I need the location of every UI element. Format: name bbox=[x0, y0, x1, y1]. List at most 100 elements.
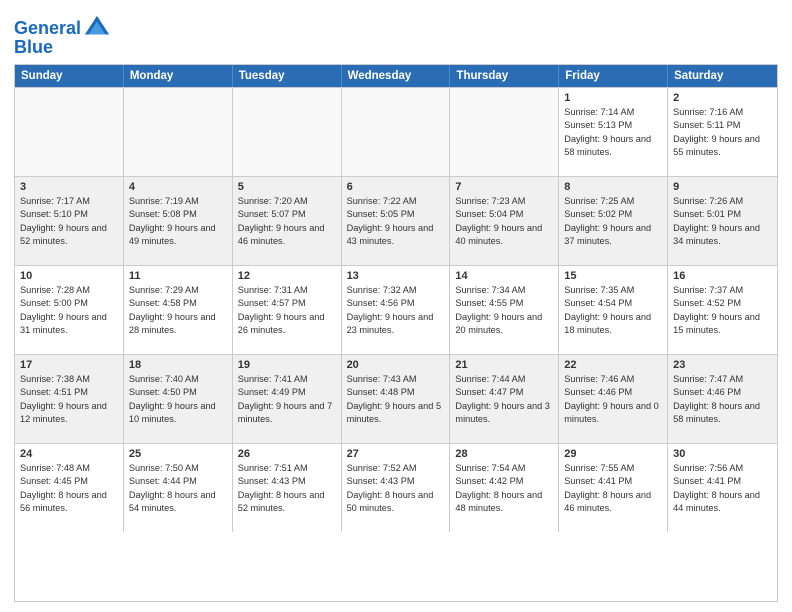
header-monday: Monday bbox=[124, 65, 233, 87]
calendar-grid: 1 Sunrise: 7:14 AM Sunset: 5:13 PM Daylig… bbox=[15, 87, 777, 532]
calendar-cell-3-5: 22 Sunrise: 7:46 AM Sunset: 4:46 PM Dayli… bbox=[559, 355, 668, 443]
calendar-cell-4-4: 28 Sunrise: 7:54 AM Sunset: 4:42 PM Dayli… bbox=[450, 444, 559, 532]
calendar-cell-4-0: 24 Sunrise: 7:48 AM Sunset: 4:45 PM Dayli… bbox=[15, 444, 124, 532]
day-number: 29 bbox=[564, 448, 662, 460]
day-number: 14 bbox=[455, 270, 553, 282]
day-number: 5 bbox=[238, 181, 336, 193]
cell-info: Sunrise: 7:19 AM Sunset: 5:08 PM Dayligh… bbox=[129, 195, 227, 248]
header-wednesday: Wednesday bbox=[342, 65, 451, 87]
calendar-cell-4-5: 29 Sunrise: 7:55 AM Sunset: 4:41 PM Dayli… bbox=[559, 444, 668, 532]
cell-info: Sunrise: 7:23 AM Sunset: 5:04 PM Dayligh… bbox=[455, 195, 553, 248]
header-thursday: Thursday bbox=[450, 65, 559, 87]
cell-info: Sunrise: 7:20 AM Sunset: 5:07 PM Dayligh… bbox=[238, 195, 336, 248]
day-number: 3 bbox=[20, 181, 118, 193]
day-number: 9 bbox=[673, 181, 772, 193]
cell-info: Sunrise: 7:51 AM Sunset: 4:43 PM Dayligh… bbox=[238, 462, 336, 515]
calendar-cell-0-2 bbox=[233, 88, 342, 176]
calendar-cell-3-4: 21 Sunrise: 7:44 AM Sunset: 4:47 PM Dayli… bbox=[450, 355, 559, 443]
calendar-cell-1-6: 9 Sunrise: 7:26 AM Sunset: 5:01 PM Daylig… bbox=[668, 177, 777, 265]
day-number: 30 bbox=[673, 448, 772, 460]
calendar-cell-0-6: 2Sunrise: 7:16 AM Sunset: 5:11 PM Daylig… bbox=[668, 88, 777, 176]
cell-info: Sunrise: 7:41 AM Sunset: 4:49 PM Dayligh… bbox=[238, 373, 336, 426]
calendar-cell-2-1: 11 Sunrise: 7:29 AM Sunset: 4:58 PM Dayli… bbox=[124, 266, 233, 354]
calendar-row-1: 3Sunrise: 7:17 AM Sunset: 5:10 PM Daylig… bbox=[15, 176, 777, 265]
cell-info: Sunrise: 7:14 AM Sunset: 5:13 PM Dayligh… bbox=[564, 106, 662, 159]
cell-info: Sunrise: 7:28 AM Sunset: 5:00 PM Dayligh… bbox=[20, 284, 118, 337]
calendar-cell-4-3: 27 Sunrise: 7:52 AM Sunset: 4:43 PM Dayli… bbox=[342, 444, 451, 532]
calendar-cell-3-3: 20 Sunrise: 7:43 AM Sunset: 4:48 PM Dayli… bbox=[342, 355, 451, 443]
day-number: 24 bbox=[20, 448, 118, 460]
calendar-cell-2-5: 15 Sunrise: 7:35 AM Sunset: 4:54 PM Dayli… bbox=[559, 266, 668, 354]
calendar-cell-3-2: 19 Sunrise: 7:41 AM Sunset: 4:49 PM Dayli… bbox=[233, 355, 342, 443]
day-number: 20 bbox=[347, 359, 445, 371]
logo-text-general: General bbox=[14, 19, 81, 37]
cell-info: Sunrise: 7:26 AM Sunset: 5:01 PM Dayligh… bbox=[673, 195, 772, 248]
cell-info: Sunrise: 7:54 AM Sunset: 4:42 PM Dayligh… bbox=[455, 462, 553, 515]
header-friday: Friday bbox=[559, 65, 668, 87]
calendar-cell-2-6: 16Sunrise: 7:37 AM Sunset: 4:52 PM Dayli… bbox=[668, 266, 777, 354]
calendar-cell-3-1: 18 Sunrise: 7:40 AM Sunset: 4:50 PM Dayli… bbox=[124, 355, 233, 443]
cell-info: Sunrise: 7:40 AM Sunset: 4:50 PM Dayligh… bbox=[129, 373, 227, 426]
day-number: 27 bbox=[347, 448, 445, 460]
day-number: 19 bbox=[238, 359, 336, 371]
header-tuesday: Tuesday bbox=[233, 65, 342, 87]
header-saturday: Saturday bbox=[668, 65, 777, 87]
calendar-cell-1-3: 6Sunrise: 7:22 AM Sunset: 5:05 PM Daylig… bbox=[342, 177, 451, 265]
calendar-cell-2-3: 13 Sunrise: 7:32 AM Sunset: 4:56 PM Dayli… bbox=[342, 266, 451, 354]
cell-info: Sunrise: 7:56 AM Sunset: 4:41 PM Dayligh… bbox=[673, 462, 772, 515]
cell-info: Sunrise: 7:37 AM Sunset: 4:52 PM Dayligh… bbox=[673, 284, 772, 337]
cell-info: Sunrise: 7:32 AM Sunset: 4:56 PM Dayligh… bbox=[347, 284, 445, 337]
calendar-cell-1-1: 4 Sunrise: 7:19 AM Sunset: 5:08 PM Daylig… bbox=[124, 177, 233, 265]
day-number: 23 bbox=[673, 359, 772, 371]
calendar-cell-4-1: 25Sunrise: 7:50 AM Sunset: 4:44 PM Dayli… bbox=[124, 444, 233, 532]
day-number: 18 bbox=[129, 359, 227, 371]
logo: General Blue bbox=[14, 14, 111, 56]
cell-info: Sunrise: 7:22 AM Sunset: 5:05 PM Dayligh… bbox=[347, 195, 445, 248]
calendar-cell-4-2: 26 Sunrise: 7:51 AM Sunset: 4:43 PM Dayli… bbox=[233, 444, 342, 532]
header-sunday: Sunday bbox=[15, 65, 124, 87]
calendar-cell-4-6: 30 Sunrise: 7:56 AM Sunset: 4:41 PM Dayli… bbox=[668, 444, 777, 532]
day-number: 7 bbox=[455, 181, 553, 193]
calendar-cell-0-1 bbox=[124, 88, 233, 176]
calendar-row-4: 24 Sunrise: 7:48 AM Sunset: 4:45 PM Dayli… bbox=[15, 443, 777, 532]
calendar-cell-1-4: 7 Sunrise: 7:23 AM Sunset: 5:04 PM Daylig… bbox=[450, 177, 559, 265]
cell-info: Sunrise: 7:47 AM Sunset: 4:46 PM Dayligh… bbox=[673, 373, 772, 426]
calendar-cell-0-0 bbox=[15, 88, 124, 176]
cell-info: Sunrise: 7:38 AM Sunset: 4:51 PM Dayligh… bbox=[20, 373, 118, 426]
day-number: 21 bbox=[455, 359, 553, 371]
calendar-cell-1-2: 5 Sunrise: 7:20 AM Sunset: 5:07 PM Daylig… bbox=[233, 177, 342, 265]
calendar-cell-3-6: 23 Sunrise: 7:47 AM Sunset: 4:46 PM Dayli… bbox=[668, 355, 777, 443]
day-number: 28 bbox=[455, 448, 553, 460]
day-number: 17 bbox=[20, 359, 118, 371]
logo-text-blue: Blue bbox=[14, 38, 53, 56]
cell-info: Sunrise: 7:44 AM Sunset: 4:47 PM Dayligh… bbox=[455, 373, 553, 426]
day-number: 2 bbox=[673, 92, 772, 104]
day-number: 11 bbox=[129, 270, 227, 282]
calendar-cell-1-0: 3Sunrise: 7:17 AM Sunset: 5:10 PM Daylig… bbox=[15, 177, 124, 265]
day-number: 12 bbox=[238, 270, 336, 282]
calendar-row-0: 1 Sunrise: 7:14 AM Sunset: 5:13 PM Daylig… bbox=[15, 87, 777, 176]
calendar-row-3: 17 Sunrise: 7:38 AM Sunset: 4:51 PM Dayli… bbox=[15, 354, 777, 443]
day-number: 1 bbox=[564, 92, 662, 104]
day-number: 10 bbox=[20, 270, 118, 282]
cell-info: Sunrise: 7:46 AM Sunset: 4:46 PM Dayligh… bbox=[564, 373, 662, 426]
calendar-cell-2-4: 14 Sunrise: 7:34 AM Sunset: 4:55 PM Dayli… bbox=[450, 266, 559, 354]
calendar-row-2: 10 Sunrise: 7:28 AM Sunset: 5:00 PM Dayli… bbox=[15, 265, 777, 354]
cell-info: Sunrise: 7:52 AM Sunset: 4:43 PM Dayligh… bbox=[347, 462, 445, 515]
cell-info: Sunrise: 7:25 AM Sunset: 5:02 PM Dayligh… bbox=[564, 195, 662, 248]
day-number: 15 bbox=[564, 270, 662, 282]
day-number: 4 bbox=[129, 181, 227, 193]
day-number: 26 bbox=[238, 448, 336, 460]
day-number: 22 bbox=[564, 359, 662, 371]
cell-info: Sunrise: 7:34 AM Sunset: 4:55 PM Dayligh… bbox=[455, 284, 553, 337]
calendar-cell-0-5: 1 Sunrise: 7:14 AM Sunset: 5:13 PM Daylig… bbox=[559, 88, 668, 176]
calendar-header: Sunday Monday Tuesday Wednesday Thursday… bbox=[15, 65, 777, 87]
cell-info: Sunrise: 7:48 AM Sunset: 4:45 PM Dayligh… bbox=[20, 462, 118, 515]
cell-info: Sunrise: 7:35 AM Sunset: 4:54 PM Dayligh… bbox=[564, 284, 662, 337]
cell-info: Sunrise: 7:29 AM Sunset: 4:58 PM Dayligh… bbox=[129, 284, 227, 337]
cell-info: Sunrise: 7:55 AM Sunset: 4:41 PM Dayligh… bbox=[564, 462, 662, 515]
cell-info: Sunrise: 7:43 AM Sunset: 4:48 PM Dayligh… bbox=[347, 373, 445, 426]
day-number: 13 bbox=[347, 270, 445, 282]
calendar: Sunday Monday Tuesday Wednesday Thursday… bbox=[14, 64, 778, 602]
calendar-cell-0-3 bbox=[342, 88, 451, 176]
